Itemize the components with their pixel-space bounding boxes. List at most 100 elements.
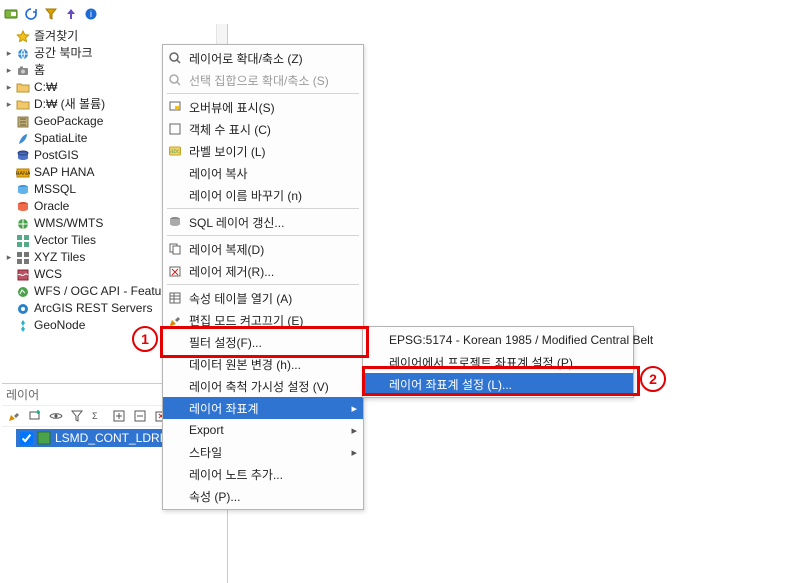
submenu-item[interactable]: 레이어 좌표계 설정 (L)... xyxy=(363,373,633,395)
menu-item[interactable]: 레이어로 확대/축소 (Z) xyxy=(163,47,363,69)
card-icon[interactable] xyxy=(4,7,18,21)
info-icon[interactable]: i xyxy=(84,7,98,21)
folder-icon xyxy=(16,98,30,112)
menu-item[interactable]: 레이어 축척 가시성 설정 (V) xyxy=(163,375,363,397)
submenu-item-label: EPSG:5174 - Korean 1985 / Modified Centr… xyxy=(389,333,653,347)
geonode-icon xyxy=(16,319,30,333)
menu-item[interactable]: 레이어 복사 xyxy=(163,162,363,184)
edit-icon xyxy=(167,312,183,328)
menu-item[interactable]: 필터 설정(F)... xyxy=(163,331,363,353)
blank-icon xyxy=(167,466,183,482)
globe-icon xyxy=(16,47,30,61)
expression-icon[interactable]: Σ xyxy=(90,408,106,424)
style-icon[interactable] xyxy=(6,408,22,424)
menu-item-label: 속성 (P)... xyxy=(189,488,341,505)
add-group-icon[interactable] xyxy=(27,408,43,424)
menu-item[interactable]: 레이어 이름 바꾸기 (n) xyxy=(163,184,363,206)
menu-item[interactable]: 레이어 좌표계 xyxy=(163,397,363,419)
menu-item-label: 속성 테이블 열기 (A) xyxy=(189,290,341,307)
svg-text:HANA: HANA xyxy=(16,171,30,177)
annotation-badge-1: 1 xyxy=(132,326,158,352)
layer-context-menu: 레이어로 확대/축소 (Z) 선택 집합으로 확대/축소 (S) 오버뷰에 표시(S… xyxy=(162,44,364,510)
feather-icon xyxy=(16,132,30,146)
refresh-icon[interactable] xyxy=(24,7,38,21)
tree-item[interactable]: ▸즐겨찾기 xyxy=(4,28,225,45)
menu-item-label: 데이터 원본 변경 (h)... xyxy=(189,356,341,373)
layer-visibility-checkbox[interactable] xyxy=(20,432,33,445)
svg-text:i: i xyxy=(90,9,92,19)
submenu-item-label: 레이어 좌표계 설정 (L)... xyxy=(389,376,611,393)
blank-icon xyxy=(167,488,183,504)
overview-icon xyxy=(167,99,183,115)
menu-item[interactable]: 편집 모드 켜고끄기 (E) xyxy=(163,309,363,331)
hana-icon: HANA xyxy=(16,166,30,180)
menu-separator xyxy=(167,235,359,236)
tree-item-label: XYZ Tiles xyxy=(34,249,85,266)
menu-item[interactable]: 객체 수 표시 (C) xyxy=(163,118,363,140)
mssql-icon xyxy=(16,183,30,197)
menu-item[interactable]: 레이어 복제(D) xyxy=(163,238,363,260)
menu-item[interactable]: 속성 테이블 열기 (A) xyxy=(163,287,363,309)
tree-item-label: 공간 북마크 xyxy=(34,45,93,62)
arcgis-icon xyxy=(16,302,30,316)
expand-icon[interactable]: ▸ xyxy=(4,253,14,263)
menu-item: 선택 집합으로 확대/축소 (S) xyxy=(163,69,363,91)
blank-icon xyxy=(167,378,183,394)
arrow-up-icon[interactable] xyxy=(64,7,78,21)
menu-item-label: 레이어 노트 추가... xyxy=(189,466,341,483)
expand-icon[interactable]: ▸ xyxy=(4,83,14,93)
wfs-icon xyxy=(16,285,30,299)
tree-item-label: WFS / OGC API - Features xyxy=(34,283,178,300)
sql-icon xyxy=(167,214,183,230)
expand-icon[interactable]: ▸ xyxy=(4,66,14,76)
star-icon xyxy=(16,30,30,44)
zoomsel-icon xyxy=(167,72,183,88)
expand-all-icon[interactable] xyxy=(111,408,127,424)
filter-icon[interactable] xyxy=(69,408,85,424)
submenu-item[interactable]: EPSG:5174 - Korean 1985 / Modified Centr… xyxy=(363,329,633,351)
menu-item-label: 오버뷰에 표시(S) xyxy=(189,99,341,116)
tree-item-label: 즐겨찾기 xyxy=(34,28,78,45)
menu-separator xyxy=(167,208,359,209)
folder-icon xyxy=(16,81,30,95)
menu-item-label: 선택 집합으로 확대/축소 (S) xyxy=(189,72,341,89)
menu-item[interactable]: 스타일 xyxy=(163,441,363,463)
collapse-all-icon[interactable] xyxy=(132,408,148,424)
filter-icon[interactable] xyxy=(44,7,58,21)
dup-icon xyxy=(167,241,183,257)
camera-icon xyxy=(16,64,30,78)
menu-item[interactable]: 레이어 제거(R)... xyxy=(163,260,363,282)
menu-item-label: SQL 레이어 갱신... xyxy=(189,214,341,231)
menu-item-label: 레이어 제거(R)... xyxy=(189,263,341,280)
submenu-item-label: 레이어에서 프로젝트 좌표계 설정 (P) xyxy=(389,354,611,371)
polygon-layer-icon xyxy=(37,431,51,445)
menu-item[interactable]: SQL 레이어 갱신... xyxy=(163,211,363,233)
tree-item-label: ArcGIS REST Servers xyxy=(34,300,152,317)
tiles-icon xyxy=(16,234,30,248)
svg-text:abc: abc xyxy=(170,149,180,155)
menu-item[interactable]: abc라벨 보이기 (L) xyxy=(163,140,363,162)
blank-icon xyxy=(367,354,383,370)
remove-icon xyxy=(167,263,183,279)
menu-item-label: 레이어 축척 가시성 설정 (V) xyxy=(189,378,341,395)
menu-item[interactable]: 속성 (P)... xyxy=(163,485,363,507)
menu-item[interactable]: 레이어 노트 추가... xyxy=(163,463,363,485)
menu-item[interactable]: 데이터 원본 변경 (h)... xyxy=(163,353,363,375)
tree-item-label: PostGIS xyxy=(34,147,79,164)
visibility-icon[interactable] xyxy=(48,408,64,424)
menu-item[interactable]: Export xyxy=(163,419,363,441)
tree-item-label: MSSQL xyxy=(34,181,76,198)
count-icon xyxy=(167,121,183,137)
blank-icon xyxy=(367,332,383,348)
submenu-item[interactable]: 레이어에서 프로젝트 좌표계 설정 (P) xyxy=(363,351,633,373)
browser-toolbar: i xyxy=(4,4,98,24)
menu-item-label: 레이어 이름 바꾸기 (n) xyxy=(189,187,341,204)
blank-icon xyxy=(167,187,183,203)
label-icon: abc xyxy=(167,143,183,159)
tree-item-label: C:₩ xyxy=(34,79,57,96)
pg-icon xyxy=(16,149,30,163)
expand-icon[interactable]: ▸ xyxy=(4,49,14,59)
expand-icon[interactable]: ▸ xyxy=(4,100,14,110)
tree-item-label: 홈 xyxy=(34,62,45,79)
menu-item[interactable]: 오버뷰에 표시(S) xyxy=(163,96,363,118)
